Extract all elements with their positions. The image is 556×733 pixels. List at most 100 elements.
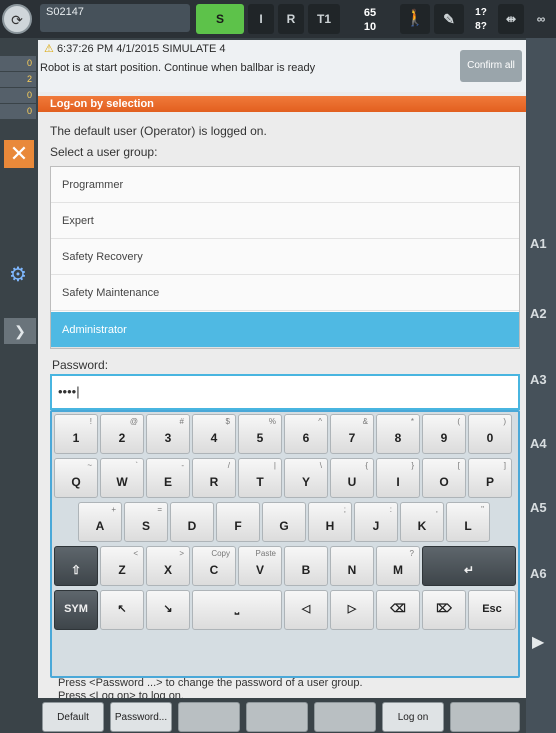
counter-4[interactable]: 0	[0, 104, 36, 119]
counter-3[interactable]: 0	[0, 88, 36, 103]
group-item-expert[interactable]: Expert	[51, 203, 519, 239]
key-0-label: 0	[486, 431, 494, 445]
key-a[interactable]: A +	[78, 502, 122, 542]
enter-key[interactable]: ↵	[422, 546, 516, 586]
softkey-empty-1[interactable]	[178, 702, 240, 732]
key-e-label: E	[163, 475, 172, 489]
arrow-up-left-key[interactable]: ↖	[100, 590, 144, 630]
key-d-label: D	[187, 519, 197, 533]
delete-key[interactable]: ⌦	[422, 590, 466, 630]
key-5[interactable]: 5%	[238, 414, 282, 454]
sym-key[interactable]: SYM	[54, 590, 98, 630]
key-s[interactable]: S =	[124, 502, 168, 542]
key-f[interactable]: F	[216, 502, 260, 542]
key-c[interactable]: C Copy	[192, 546, 236, 586]
key-k-label: K	[417, 519, 427, 533]
arrow-down-right-key-label: ↘	[163, 603, 173, 615]
key-h[interactable]: H;	[308, 502, 352, 542]
expand-arrow-icon[interactable]: ❯	[4, 318, 36, 344]
submit-interpreter-status[interactable]: S	[196, 4, 244, 34]
esc-key[interactable]: Esc	[468, 590, 516, 630]
shift-key[interactable]: ⇧	[54, 546, 98, 586]
jog-mode-icon[interactable]: 🚶	[400, 4, 430, 34]
key-m[interactable]: M?	[376, 546, 420, 586]
counter-2[interactable]: 2	[0, 72, 36, 87]
key-d[interactable]: D	[170, 502, 214, 542]
key-6[interactable]: 6 ^	[284, 414, 328, 454]
key-w[interactable]: W `	[100, 458, 144, 498]
key-i[interactable]: I}	[376, 458, 420, 498]
tool-base-status[interactable]: 1? 8?	[466, 2, 496, 36]
key-o[interactable]: O[	[422, 458, 466, 498]
cursor-left-key[interactable]: ◁	[284, 590, 328, 630]
key-m-label: M	[393, 563, 403, 577]
key-r[interactable]: R /	[192, 458, 236, 498]
key-j[interactable]: J:	[354, 502, 398, 542]
key-r-alt: /	[227, 461, 230, 470]
axis-a2[interactable]: A2	[530, 306, 556, 321]
group-item-administrator[interactable]: Administrator	[51, 312, 519, 348]
close-icon[interactable]: ✕	[4, 140, 34, 168]
robot-interpreter-status[interactable]: R	[278, 4, 304, 34]
key-4[interactable]: 4 $	[192, 414, 236, 454]
space-key[interactable]: ⎵	[192, 590, 282, 630]
group-item-safety-recovery[interactable]: Safety Recovery	[51, 239, 519, 275]
key-0[interactable]: 0)	[468, 414, 512, 454]
password-button[interactable]: Password...	[110, 702, 172, 732]
axis-a3[interactable]: A3	[530, 372, 556, 387]
program-override: 65	[363, 7, 377, 19]
key-n-label: N	[347, 563, 357, 577]
key-q[interactable]: Q ~	[54, 458, 98, 498]
tool-icon[interactable]: ✎	[434, 4, 464, 34]
key-2[interactable]: 2 @	[100, 414, 144, 454]
log-on-button[interactable]: Log on	[382, 702, 444, 732]
key-3[interactable]: 3 #	[146, 414, 190, 454]
key-t[interactable]: T |	[238, 458, 282, 498]
key-8[interactable]: 8 *	[376, 414, 420, 454]
key-p[interactable]: P]	[468, 458, 512, 498]
key-7[interactable]: 7 &	[330, 414, 374, 454]
key-9[interactable]: 9(	[422, 414, 466, 454]
arrow-down-right-key[interactable]: ↘	[146, 590, 190, 630]
play-icon[interactable]: ▶	[532, 632, 544, 652]
drives-status[interactable]: I	[248, 4, 274, 34]
override-status[interactable]: 65 10	[344, 2, 396, 36]
key-u[interactable]: U{	[330, 458, 374, 498]
axis-a5[interactable]: A5	[530, 500, 556, 515]
default-button[interactable]: Default	[42, 702, 104, 732]
backspace-key[interactable]: ⌫	[376, 590, 420, 630]
key-v[interactable]: V Paste	[238, 546, 282, 586]
axis-a4[interactable]: A4	[530, 436, 556, 451]
password-field[interactable]: ••••|	[50, 374, 520, 410]
key-1-label: 1	[72, 431, 80, 445]
axis-a6[interactable]: A6	[530, 566, 556, 581]
key-x[interactable]: X >	[146, 546, 190, 586]
key-p-label: P	[485, 475, 494, 489]
cursor-right-key[interactable]: ▷	[330, 590, 374, 630]
key-y[interactable]: Y \	[284, 458, 328, 498]
axis-a1[interactable]: A1	[530, 236, 556, 251]
kuka-logo-icon[interactable]: ⟳	[2, 4, 32, 34]
key-i-label: I	[396, 475, 400, 489]
key-e[interactable]: E-	[146, 458, 190, 498]
softkey-empty-4[interactable]	[450, 702, 520, 732]
gear-icon[interactable]: ⚙	[6, 262, 30, 286]
key-k[interactable]: K,	[400, 502, 444, 542]
key-z[interactable]: Z <	[100, 546, 144, 586]
key-n[interactable]: N	[330, 546, 374, 586]
incremental-jog-icon[interactable]: ⇹	[498, 4, 524, 34]
key-l[interactable]: L "	[446, 502, 490, 542]
key-9-alt: (	[457, 417, 460, 426]
key-1[interactable]: 1!	[54, 414, 98, 454]
group-item-safety-maintenance[interactable]: Safety Maintenance	[51, 275, 519, 311]
confirm-all-button[interactable]: Confirm all	[460, 50, 522, 82]
softkey-empty-2[interactable]	[246, 702, 308, 732]
key-t-alt: |	[273, 461, 276, 470]
key-g[interactable]: G	[262, 502, 306, 542]
key-b[interactable]: B	[284, 546, 328, 586]
softkey-empty-3[interactable]	[314, 702, 376, 732]
group-item-programmer[interactable]: Programmer	[51, 167, 519, 203]
dialog-title: Log-on by selection	[38, 96, 526, 112]
operating-mode-status[interactable]: T1	[308, 4, 340, 34]
counter-1[interactable]: 0	[0, 56, 36, 71]
